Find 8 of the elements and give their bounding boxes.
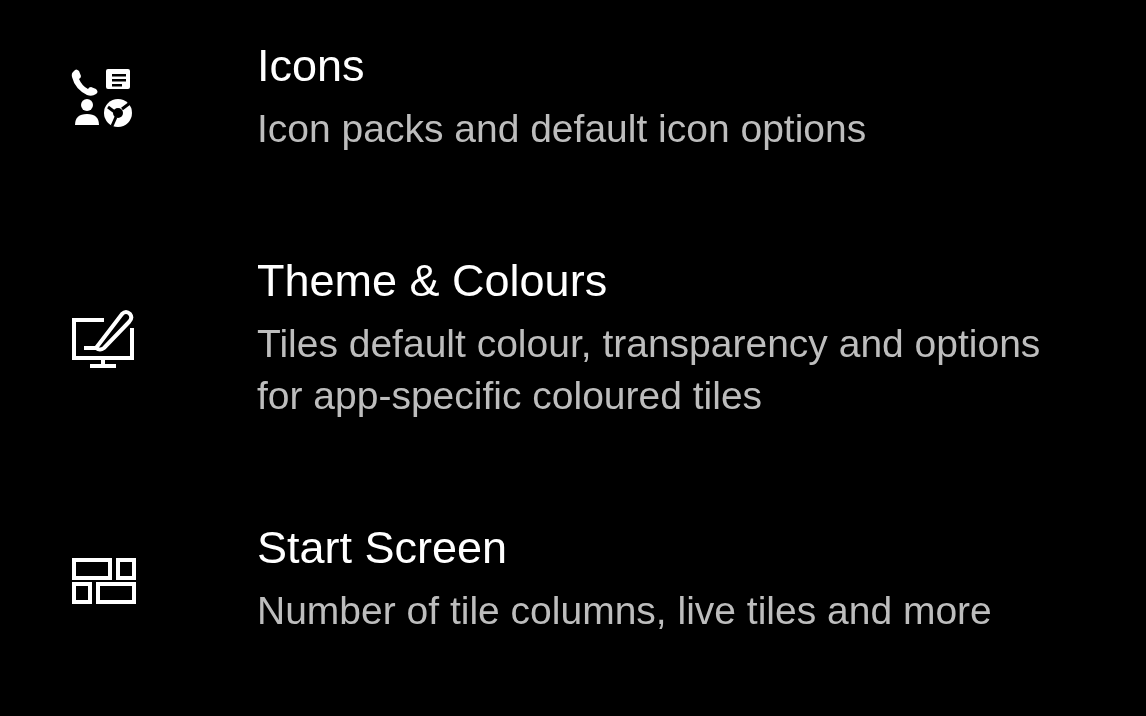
setting-description: Icon packs and default icon options: [257, 106, 868, 152]
setting-title[interactable]: Theme & Colours: [257, 255, 1057, 307]
setting-title[interactable]: Icons: [257, 40, 1057, 92]
setting-description: Tiles default colour, transparency and options for app-specific coloured tiles: [257, 321, 1042, 419]
paintbrush-monitor-icon: [70, 307, 136, 370]
setting-description: Number of tile columns, live tiles and more: [257, 588, 993, 634]
tiles-layout-icon: [70, 555, 136, 604]
setting-title[interactable]: Start Screen: [257, 522, 1057, 574]
